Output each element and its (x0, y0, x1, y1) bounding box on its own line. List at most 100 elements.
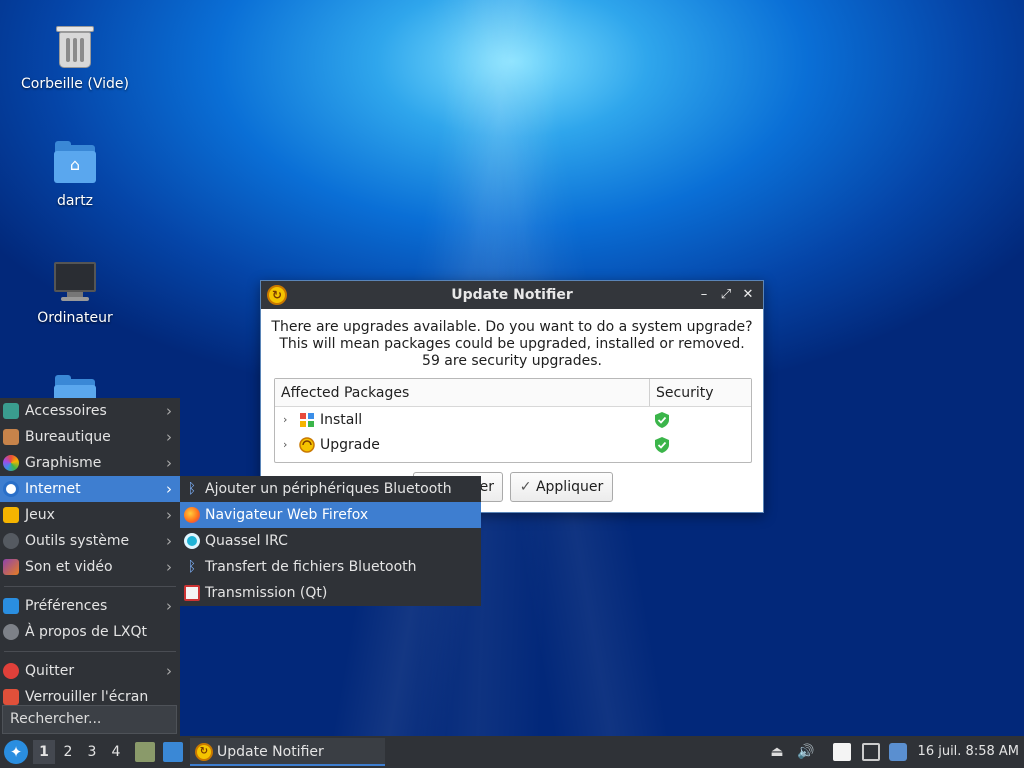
packages-tree[interactable]: Affected Packages Security › Install › U… (274, 378, 752, 463)
submenu-item-firefox[interactable]: Navigateur Web Firefox (180, 502, 481, 528)
desktop-icon-computer[interactable]: Ordinateur (10, 256, 140, 326)
menu-item-label: Bureautique (25, 429, 111, 445)
checkmark-icon: ✓ (519, 479, 532, 495)
clipboard-icon[interactable] (833, 743, 851, 761)
task-label: Update Notifier (217, 744, 324, 760)
menu-item-jeux[interactable]: Jeux › (0, 502, 180, 528)
menu-item-label: À propos de LXQt (25, 624, 147, 640)
menu-item-preferences[interactable]: Préférences › (0, 593, 180, 619)
desktop-icon-label: dartz (56, 193, 94, 209)
submenu-item-label: Transmission (Qt) (205, 585, 328, 601)
submenu-arrow-icon: › (166, 662, 172, 680)
tree-row-upgrade[interactable]: › Upgrade (275, 432, 751, 457)
menu-item-label: Jeux (25, 507, 55, 523)
multimedia-icon (3, 559, 19, 575)
network-icon[interactable] (862, 743, 880, 761)
internet-icon (3, 481, 19, 497)
volume-icon[interactable]: 🔊 (797, 743, 815, 761)
menu-item-label: Accessoires (25, 403, 107, 419)
desktop-icon-home-folder[interactable]: ⌂ dartz (10, 139, 140, 209)
expand-chevron-icon[interactable]: › (283, 438, 287, 451)
workspace-3[interactable]: 3 (81, 740, 103, 764)
workspace-4[interactable]: 4 (105, 740, 127, 764)
update-notifier-icon: ↻ (195, 743, 213, 761)
close-button[interactable]: ✕ (739, 281, 757, 309)
tree-row-label: Upgrade (320, 436, 380, 453)
submenu-arrow-icon: › (166, 402, 172, 420)
update-tray-icon[interactable] (889, 743, 907, 761)
message-line: There are upgrades available. Do you wan… (271, 319, 753, 335)
graphics-icon (3, 455, 19, 471)
security-shield-icon (655, 411, 669, 428)
submenu-item-bluetooth-transfer[interactable]: ᛒ Transfert de fichiers Bluetooth (180, 554, 481, 580)
apply-button[interactable]: ✓ Appliquer (510, 472, 613, 502)
workspace-2[interactable]: 2 (57, 740, 79, 764)
column-header-security[interactable]: Security (650, 379, 714, 406)
menu-item-son-et-video[interactable]: Son et vidéo › (0, 554, 180, 580)
preferences-icon (3, 598, 19, 614)
menu-item-bureautique[interactable]: Bureautique › (0, 424, 180, 450)
package-install-icon (300, 412, 314, 427)
menu-item-quitter[interactable]: Quitter › (0, 658, 180, 684)
menu-item-label: Graphisme (25, 455, 102, 471)
tree-header: Affected Packages Security (275, 379, 751, 407)
dialog-title: Update Notifier (451, 287, 573, 303)
menu-item-label: Son et vidéo (25, 559, 113, 575)
desktop-icon-trash[interactable]: Corbeille (Vide) (10, 22, 140, 92)
submenu-item-label: Navigateur Web Firefox (205, 507, 369, 523)
show-desktop-icon[interactable] (163, 742, 183, 762)
internet-submenu: ᛒ Ajouter un périphériques Bluetooth Nav… (180, 476, 481, 606)
menu-item-accessoires[interactable]: Accessoires › (0, 398, 180, 424)
bluetooth-icon: ᛒ (187, 481, 197, 497)
submenu-item-transmission[interactable]: Transmission (Qt) (180, 580, 481, 606)
menu-item-label: Quitter (25, 663, 75, 679)
clock[interactable]: 16 juil. 8:58 AM (918, 736, 1019, 768)
maximize-button[interactable]: ⤢ (717, 281, 735, 309)
package-upgrade-icon (299, 436, 315, 453)
tree-row-label: Install (320, 411, 363, 428)
apply-button-label: Appliquer (535, 479, 604, 495)
menu-separator (4, 645, 176, 652)
workspace-1[interactable]: 1 (33, 740, 55, 764)
computer-icon (51, 256, 99, 304)
submenu-item-bluetooth-add[interactable]: ᛒ Ajouter un périphériques Bluetooth (180, 476, 481, 502)
minimize-button[interactable]: – (695, 281, 713, 309)
transmission-icon (184, 585, 200, 601)
column-header-packages[interactable]: Affected Packages (275, 379, 650, 406)
menu-item-label: Préférences (25, 598, 108, 614)
submenu-arrow-icon: › (166, 428, 172, 446)
bluetooth-icon: ᛒ (187, 559, 197, 575)
info-icon (3, 624, 19, 640)
trash-icon (51, 22, 99, 70)
menu-item-label: Internet (25, 481, 81, 497)
submenu-arrow-icon: › (166, 532, 172, 550)
home-folder-icon: ⌂ (51, 139, 99, 187)
tray-expand-icon[interactable]: ⏏ (768, 743, 786, 761)
games-icon (3, 507, 19, 523)
submenu-arrow-icon: › (166, 506, 172, 524)
expand-chevron-icon[interactable]: › (283, 413, 287, 426)
menu-item-outils-systeme[interactable]: Outils système › (0, 528, 180, 554)
start-menu: Accessoires › Bureautique › Graphisme › … (0, 398, 180, 736)
desktop-icon-label: Ordinateur (37, 310, 113, 326)
menu-search-input[interactable]: Rechercher... (2, 705, 177, 734)
submenu-item-quassel[interactable]: Quassel IRC (180, 528, 481, 554)
security-shield-icon (655, 436, 669, 453)
desktop-icon-label: Corbeille (Vide) (21, 76, 129, 92)
menu-item-internet[interactable]: Internet › (0, 476, 180, 502)
tree-row-install[interactable]: › Install (275, 407, 751, 432)
taskbar: ✦ 1 2 3 4 ↻ Update Notifier ⏏ 🔊 16 juil.… (0, 736, 1024, 768)
file-manager-icon[interactable] (135, 742, 155, 762)
lxqt-logo-icon: ✦ (9, 743, 23, 761)
dialog-titlebar[interactable]: ↻ Update Notifier – ⤢ ✕ (261, 281, 763, 309)
menu-item-graphisme[interactable]: Graphisme › (0, 450, 180, 476)
firefox-icon (184, 507, 200, 523)
menu-item-about-lxqt[interactable]: À propos de LXQt (0, 619, 180, 645)
submenu-arrow-icon: › (166, 597, 172, 615)
submenu-item-label: Ajouter un périphériques Bluetooth (205, 481, 452, 497)
accessories-icon (3, 403, 19, 419)
menu-item-label: Outils système (25, 533, 130, 549)
start-menu-button[interactable]: ✦ (4, 740, 28, 764)
task-update-notifier[interactable]: ↻ Update Notifier (190, 738, 385, 766)
submenu-arrow-icon: › (166, 454, 172, 472)
